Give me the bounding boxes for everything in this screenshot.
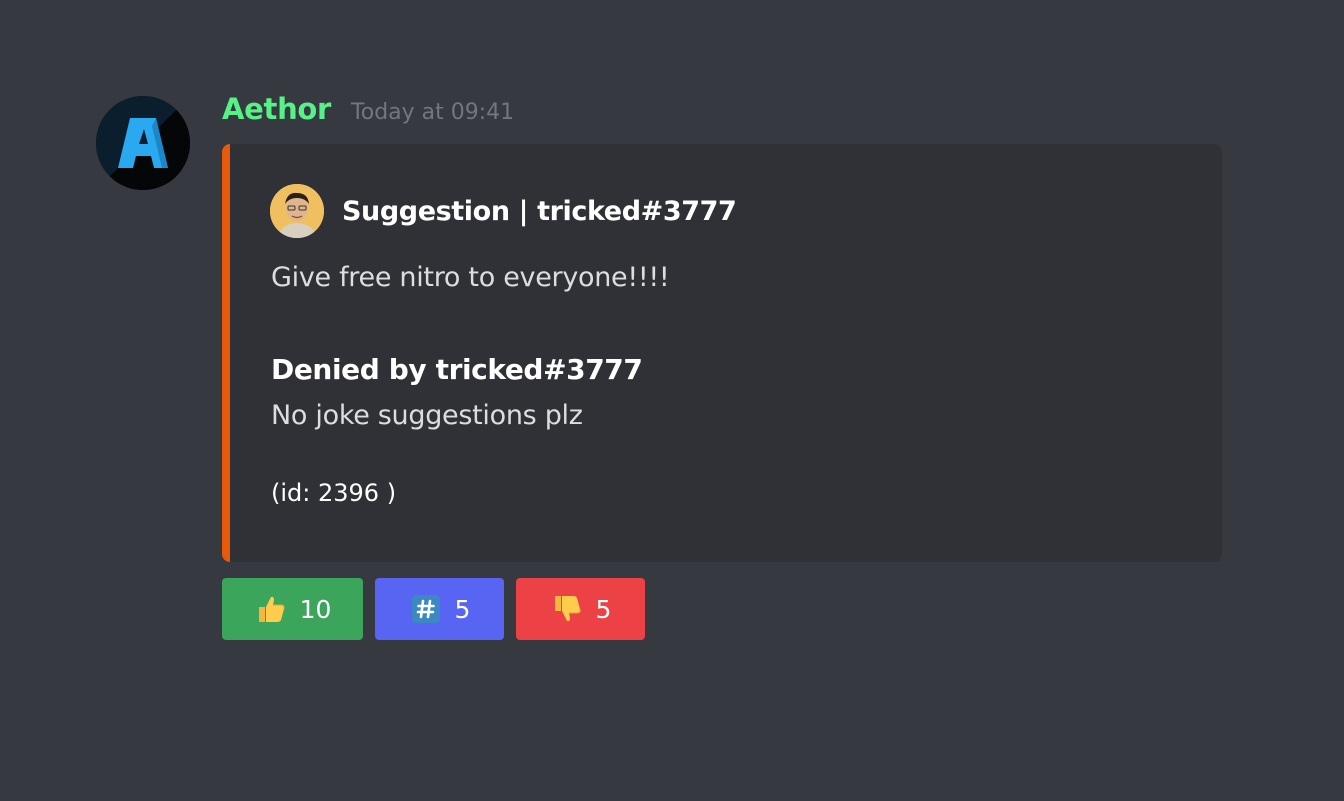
aethor-logo-icon	[96, 96, 190, 190]
embed-author: Suggestion | tricked#3777	[270, 184, 737, 238]
user-avatar[interactable]	[96, 96, 190, 190]
author-avatar	[270, 184, 324, 238]
author-photo-icon	[270, 184, 324, 238]
embed-author-name: Suggestion | tricked#3777	[342, 195, 737, 227]
thumbs-down-icon	[550, 592, 584, 626]
embed-field-value: No joke suggestions plz	[271, 400, 583, 431]
upvote-count: 10	[299, 594, 332, 624]
downvote-count: 5	[595, 594, 612, 624]
username[interactable]: Aethor	[222, 92, 331, 126]
suggestion-embed: Suggestion | tricked#3777 Give free nitr…	[222, 144, 1222, 562]
chat-area: Aethor Today at 09:41 Suggestion | trick…	[0, 0, 1344, 801]
embed-field-name: Denied by tricked#3777	[271, 353, 643, 386]
message-timestamp: Today at 09:41	[351, 100, 515, 125]
neutral-vote-count: 5	[454, 594, 471, 624]
message-header: Aethor Today at 09:41	[222, 92, 514, 132]
upvote-button[interactable]: 10	[222, 578, 363, 640]
vote-buttons: 10 5 5	[222, 578, 645, 640]
downvote-button[interactable]: 5	[516, 578, 645, 640]
neutral-vote-button[interactable]: 5	[375, 578, 504, 640]
embed-description: Give free nitro to everyone!!!!	[271, 262, 670, 293]
hash-keycap-icon	[409, 592, 443, 626]
embed-footer-id: (id: 2396 )	[271, 479, 397, 507]
thumbs-up-icon	[254, 592, 288, 626]
